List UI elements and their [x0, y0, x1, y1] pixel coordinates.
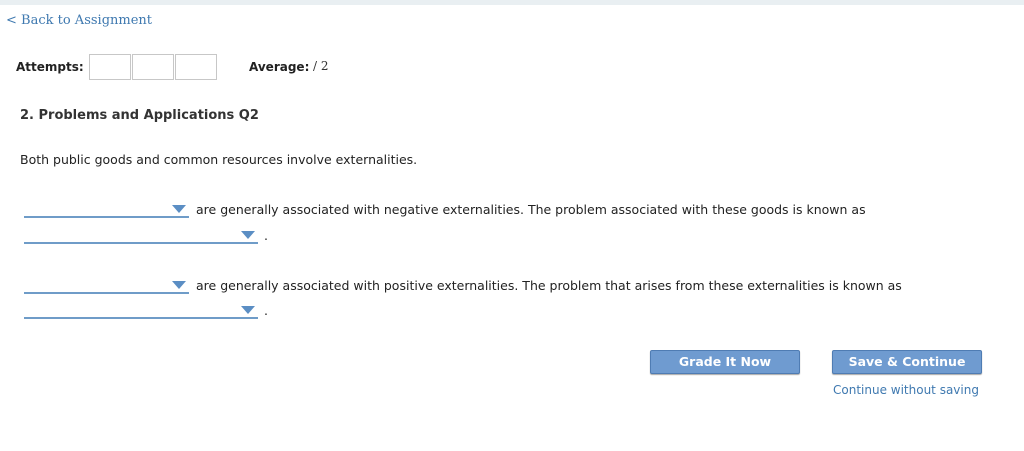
question-title: 2. Problems and Applications Q2	[20, 108, 259, 123]
attempts-label: Attempts:	[16, 60, 84, 74]
average-label: Average:	[249, 60, 310, 74]
sentence-negative-externalities: are generally associated with negative e…	[196, 202, 866, 217]
grade-it-now-button[interactable]: Grade It Now	[650, 350, 800, 374]
save-and-continue-button[interactable]: Save & Continue	[832, 350, 982, 374]
dropdown-goods-negative[interactable]	[24, 202, 189, 218]
attempts-boxes	[89, 54, 218, 80]
dropdown-problem-positive[interactable]	[24, 303, 258, 319]
top-bar	[0, 0, 1024, 5]
average-value: / 2	[313, 59, 329, 73]
attempt-box-3	[175, 54, 217, 80]
period: .	[264, 228, 268, 243]
period: .	[264, 303, 268, 318]
chevron-down-icon	[241, 306, 255, 314]
sentence-positive-externalities: are generally associated with positive e…	[196, 278, 902, 293]
chevron-down-icon	[172, 281, 186, 289]
attempt-box-1	[89, 54, 131, 80]
attempt-box-2	[132, 54, 174, 80]
continue-without-saving-link[interactable]: Continue without saving	[833, 383, 979, 397]
dropdown-goods-positive[interactable]	[24, 278, 189, 294]
chevron-down-icon	[172, 205, 186, 213]
chevron-down-icon	[241, 231, 255, 239]
dropdown-problem-negative[interactable]	[24, 228, 258, 244]
question-intro: Both public goods and common resources i…	[20, 152, 418, 167]
back-to-assignment-link[interactable]: < Back to Assignment	[6, 13, 152, 28]
